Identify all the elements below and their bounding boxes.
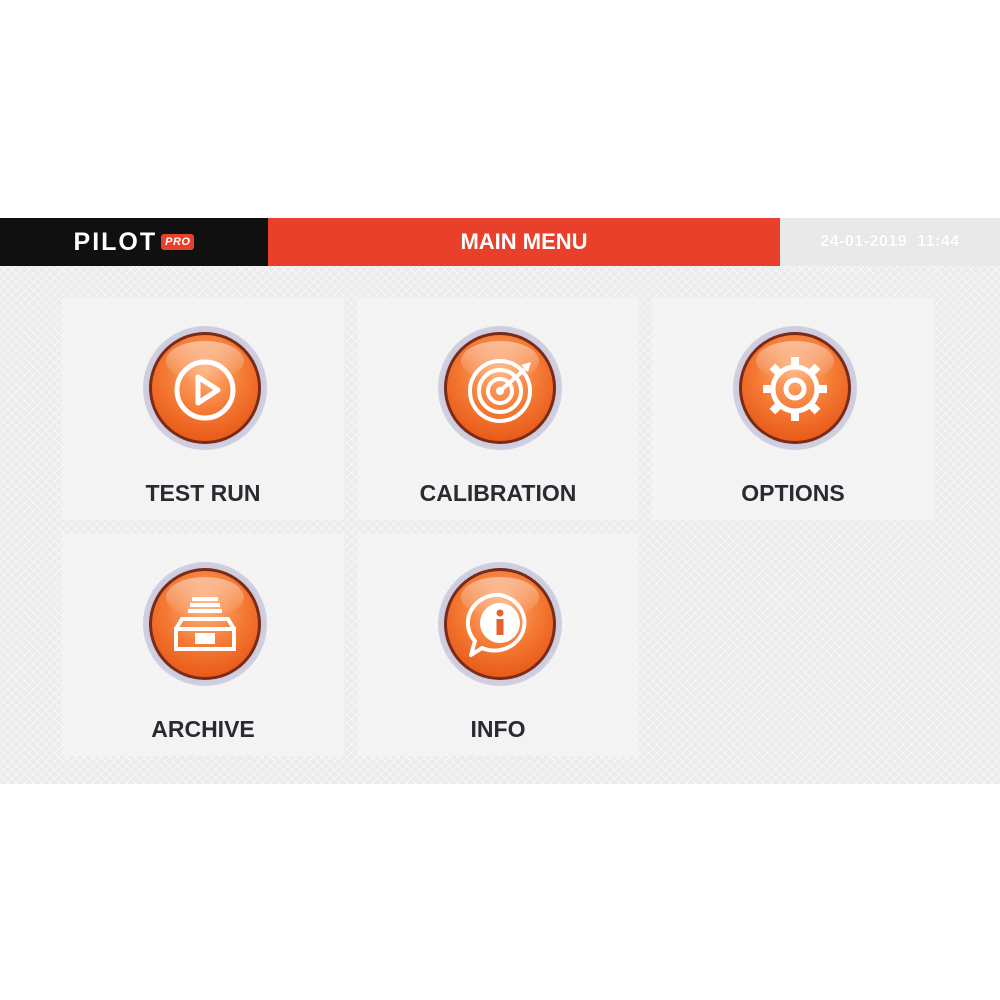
calibration-label: CALIBRATION [419, 480, 577, 506]
page-title-bar: MAIN MENU [268, 218, 780, 266]
test-run-label: TEST RUN [145, 480, 261, 506]
target-icon [468, 359, 532, 423]
time-text: 11:44 [917, 233, 960, 250]
info-icon [465, 592, 527, 657]
touch-screen: PILOT PRO MAIN MENU 24-01-2019 11:44 TES… [0, 218, 1000, 784]
menu-tile-archive[interactable]: ARCHIVE [62, 534, 344, 756]
play-icon [174, 359, 236, 421]
info-button[interactable] [438, 562, 562, 686]
options-label: OPTIONS [741, 480, 845, 506]
options-button[interactable] [733, 326, 857, 450]
archive-button[interactable] [143, 562, 267, 686]
menu-tile-calibration[interactable]: CALIBRATION [357, 298, 639, 520]
calibration-button[interactable] [438, 326, 562, 450]
page-title: MAIN MENU [460, 229, 588, 254]
menu-tile-test-run[interactable]: TEST RUN [62, 298, 344, 520]
brand-logo: PILOT PRO [0, 218, 268, 266]
info-label: INFO [470, 716, 526, 742]
drawer-icon [174, 597, 236, 651]
brand-name: PILOT [73, 227, 158, 256]
header-bar: PILOT PRO MAIN MENU 24-01-2019 11:44 [0, 218, 1000, 266]
menu-tile-options[interactable]: OPTIONS [652, 298, 934, 520]
archive-label: ARCHIVE [151, 716, 255, 742]
menu-tile-info[interactable]: INFO [357, 534, 639, 756]
gear-icon [763, 357, 827, 421]
datetime-display: 24-01-2019 11:44 [780, 218, 1000, 266]
date-text: 24-01-2019 [820, 233, 908, 250]
test-run-button[interactable] [143, 326, 267, 450]
brand-badge: PRO [161, 234, 195, 250]
